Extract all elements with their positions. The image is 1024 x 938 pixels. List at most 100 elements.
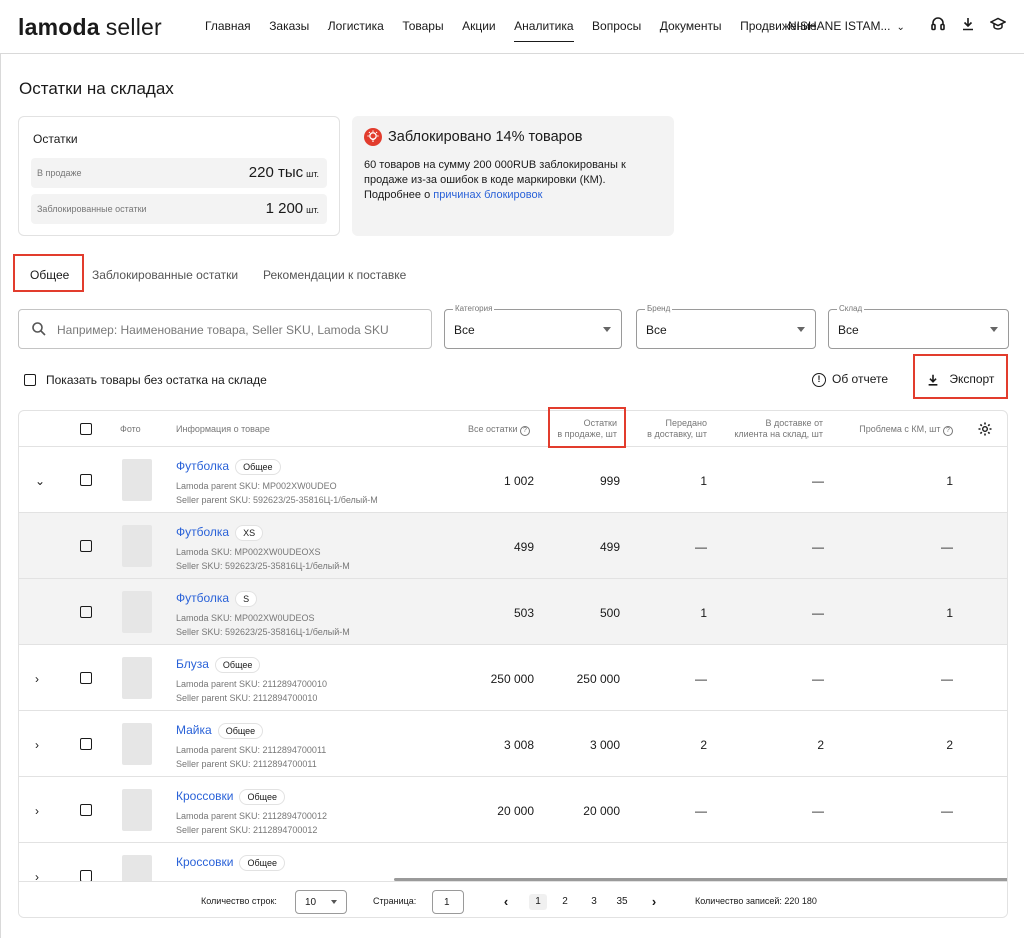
table-header: Фото Информация о товаре Все остатки ? О…	[19, 411, 1007, 447]
row-checkbox[interactable]	[80, 804, 92, 816]
tab-blocked[interactable]: Заблокированные остатки	[92, 268, 238, 282]
km-problem-value: 1	[946, 474, 953, 488]
seller-sku: Seller parent SKU: 2112894700010	[176, 693, 318, 703]
product-name[interactable]: Блуза Общее	[176, 657, 261, 673]
dropdown-arrow-icon	[331, 900, 337, 904]
nav-item-logistics[interactable]: Логистика	[328, 19, 384, 42]
blocked-reasons-link[interactable]: причинах блокировок	[433, 189, 542, 201]
main-nav: Главная Заказы Логистика Товары Акции Ан…	[205, 19, 835, 42]
nav-item-orders[interactable]: Заказы	[269, 19, 309, 42]
table-row[interactable]: ⌄ Футболка Общее Lamoda parent SKU: MP002XW…	[19, 447, 1007, 513]
dropdown-arrow-icon	[797, 327, 805, 332]
category-select[interactable]: Категория Все	[444, 304, 622, 349]
page-2[interactable]: 2	[556, 894, 574, 910]
tab-recommendations[interactable]: Рекомендации к поставке	[263, 268, 406, 282]
chevron-down-icon: ⌄	[896, 22, 905, 33]
expand-row-icon[interactable]: ›	[35, 738, 39, 752]
product-photo[interactable]	[122, 789, 152, 831]
product-name[interactable]: Футболка S	[176, 591, 258, 607]
rows-per-page-label: Количество строк:	[201, 896, 277, 906]
km-problem-value: 2	[946, 738, 953, 752]
in-delivery-value: —	[812, 540, 824, 554]
settings-gear-icon[interactable]	[977, 421, 993, 440]
search-icon	[31, 321, 47, 340]
row-checkbox[interactable]	[80, 672, 92, 684]
in-delivery-value: —	[812, 804, 824, 818]
product-photo[interactable]	[122, 723, 152, 765]
show-no-stock-checkbox[interactable]	[24, 373, 36, 386]
page-label: Страница:	[373, 896, 417, 906]
header-in-delivery[interactable]: В доставке от клиента на склад, шт	[719, 418, 823, 440]
product-photo[interactable]	[122, 459, 152, 501]
table-row[interactable]: › Кроссовки Общее Lamoda parent SKU: 211289…	[19, 777, 1007, 843]
page-title: Остатки на складах	[19, 79, 174, 98]
next-page-icon[interactable]: ›	[645, 894, 663, 910]
nav-item-promotions[interactable]: Акции	[462, 19, 496, 42]
all-stock-value: 1 002	[503, 474, 534, 488]
table-row[interactable]: › Майка Общее Lamoda parent SKU: 2112894700…	[19, 711, 1007, 777]
page-35[interactable]: 35	[613, 894, 631, 910]
rows-per-page-select[interactable]: 10	[295, 890, 347, 914]
product-name[interactable]: Футболка Общее	[176, 459, 281, 475]
table-row[interactable]: Футболка S Lamoda SKU: MP002XW0UDEOS Seller…	[19, 579, 1007, 645]
table-row[interactable]: Футболка XS Lamoda SKU: MP002XW0UDEOXS Sell…	[19, 513, 1007, 579]
expand-row-icon[interactable]: ⌄	[35, 474, 45, 488]
dropdown-arrow-icon	[603, 327, 611, 332]
warning-icon	[364, 128, 382, 146]
header-to-delivery[interactable]: Передано в доставку, шт	[629, 418, 707, 440]
header-all-stock[interactable]: Все остатки ?	[439, 424, 530, 436]
graduation-cap-icon[interactable]	[989, 16, 1007, 32]
row-checkbox[interactable]	[80, 606, 92, 618]
logo[interactable]: lamoda seller	[18, 14, 162, 41]
download-icon[interactable]	[960, 16, 976, 32]
expand-row-icon[interactable]: ›	[35, 672, 39, 686]
highlight-tab-general	[13, 254, 84, 292]
product-name[interactable]: Майка Общее	[176, 723, 264, 739]
on-sale-value: 20 000	[583, 804, 620, 818]
product-name[interactable]: Футболка XS	[176, 525, 264, 541]
nav-item-questions[interactable]: Вопросы	[592, 19, 641, 42]
product-photo[interactable]	[122, 657, 152, 699]
headset-icon[interactable]	[930, 16, 946, 32]
nav-item-analytics[interactable]: Аналитика	[514, 19, 574, 42]
product-name[interactable]: Кроссовки Общее	[176, 789, 285, 805]
warehouse-select[interactable]: Склад Все	[828, 304, 1009, 349]
prev-page-icon[interactable]: ‹	[497, 894, 515, 910]
search-input[interactable]: Например: Наименование товара, Seller SK…	[18, 309, 432, 349]
page-input[interactable]: 1	[432, 890, 464, 914]
show-no-stock-label: Показать товары без остатка на складе	[46, 372, 267, 387]
page-3[interactable]: 3	[585, 894, 603, 910]
expand-row-icon[interactable]: ›	[35, 804, 39, 818]
account-menu[interactable]: NISHANE ISTAM... ⌄	[788, 19, 905, 33]
product-photo[interactable]	[122, 591, 152, 633]
product-photo[interactable]	[122, 525, 152, 567]
show-no-stock-toggle[interactable]: Показать товары без остатка на складе	[24, 372, 267, 387]
header-km-problem[interactable]: Проблема с КМ, шт ?	[839, 424, 953, 436]
row-checkbox[interactable]	[80, 738, 92, 750]
seller-sku: Seller SKU: 592623/25-35816Ц-1/белый-M	[176, 627, 350, 637]
table-row[interactable]: › Блуза Общее Lamoda parent SKU: 2112894700…	[19, 645, 1007, 711]
blocked-stat: Заблокированные остатки 1 200 шт.	[31, 194, 327, 224]
brand-select[interactable]: Бренд Все	[636, 304, 816, 349]
about-report-button[interactable]: ! Об отчете	[812, 372, 888, 387]
product-name[interactable]: Кроссовки Общее	[176, 855, 285, 871]
nav-item-home[interactable]: Главная	[205, 19, 251, 42]
nav-item-documents[interactable]: Документы	[660, 19, 722, 42]
row-checkbox[interactable]	[80, 474, 92, 486]
lamoda-sku: Lamoda SKU: MP002XW0UDEOS	[176, 613, 315, 623]
page-1[interactable]: 1	[529, 894, 547, 910]
seller-sku: Seller SKU: 592623/25-35816Ц-1/белый-M	[176, 561, 350, 571]
all-stock-value: 503	[513, 606, 534, 620]
nav-item-products[interactable]: Товары	[402, 19, 443, 42]
in-delivery-value: —	[812, 474, 824, 488]
vertical-scrollbar[interactable]	[1007, 451, 1008, 871]
seller-sku: Seller parent SKU: 2112894700011	[176, 759, 317, 769]
lamoda-sku: Lamoda parent SKU: 2112894700011	[176, 745, 327, 755]
brand-value: Все	[646, 323, 667, 337]
in-delivery-value: —	[812, 606, 824, 620]
row-checkbox[interactable]	[80, 540, 92, 552]
select-all-checkbox[interactable]	[80, 423, 92, 435]
km-problem-value: —	[941, 540, 953, 554]
on-sale-value: 999	[599, 474, 620, 488]
to-delivery-value: —	[695, 540, 707, 554]
